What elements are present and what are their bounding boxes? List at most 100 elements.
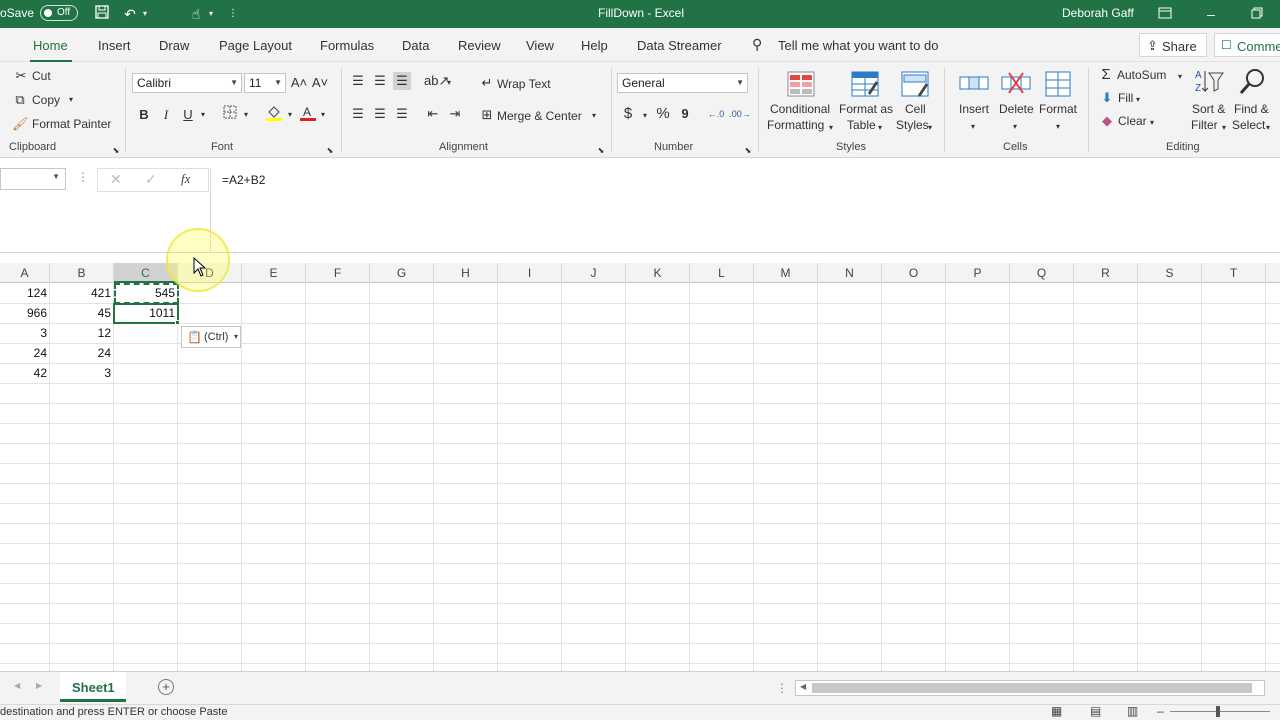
middle-align-icon[interactable]: ☰ <box>371 72 389 90</box>
fill-color-dropdown-icon[interactable]: ▾ <box>285 106 295 124</box>
cell-a3[interactable]: 966 <box>0 304 50 323</box>
italic-button[interactable]: I <box>158 106 174 124</box>
conditional-formatting-label-2[interactable]: Formatting <box>767 118 824 132</box>
cell-a4[interactable]: 3 <box>0 324 50 343</box>
format-as-table-label-2[interactable]: Table <box>847 118 876 132</box>
tab-page-layout[interactable]: Page Layout <box>219 38 292 53</box>
underline-dropdown-icon[interactable]: ▾ <box>198 106 208 124</box>
decrease-decimal-icon[interactable]: .00→ <box>729 105 751 123</box>
customize-qat-icon[interactable]: ⋮ <box>226 4 240 24</box>
currency-dropdown-icon[interactable]: ▾ <box>640 107 650 125</box>
insert-cells-icon[interactable] <box>958 69 990 99</box>
cell-styles-label-1[interactable]: Cell <box>905 102 926 116</box>
enter-icon[interactable]: ✓ <box>145 171 157 188</box>
zoom-slider[interactable] <box>1170 711 1270 712</box>
cut-icon[interactable]: ✂ <box>14 67 28 85</box>
align-right-icon[interactable]: ☰ <box>393 105 411 123</box>
undo-icon[interactable]: ↶ <box>120 4 140 24</box>
format-table-dropdown-icon[interactable]: ▾ <box>875 119 885 137</box>
clear-dropdown-icon[interactable]: ▾ <box>1147 114 1157 132</box>
scrollbar-splitter-icon[interactable]: ⋮ <box>776 681 788 695</box>
insert-cells-button[interactable]: Insert <box>959 102 989 116</box>
column-header-f[interactable]: F <box>306 263 370 283</box>
tab-help[interactable]: Help <box>581 38 608 53</box>
number-format-combo[interactable]: General ▼ <box>617 73 748 93</box>
page-layout-view-icon[interactable]: ▤ <box>1090 704 1101 718</box>
cut-button[interactable]: Cut <box>32 69 51 83</box>
column-header-h[interactable]: H <box>434 263 498 283</box>
bold-button[interactable]: B <box>136 106 152 124</box>
format-as-table-icon[interactable] <box>850 69 880 99</box>
orientation-dropdown-icon[interactable]: ▾ <box>444 74 454 92</box>
column-header-p[interactable]: P <box>946 263 1010 283</box>
font-size-combo[interactable]: 11 ▼ <box>244 73 286 93</box>
comma-style-icon[interactable]: 9 <box>677 105 693 123</box>
column-header-o[interactable]: O <box>882 263 946 283</box>
percent-icon[interactable]: % <box>654 105 672 123</box>
insert-dropdown-icon[interactable]: ▾ <box>968 118 978 136</box>
decrease-indent-icon[interactable]: ⇤ <box>424 105 442 123</box>
top-align-icon[interactable]: ☰ <box>349 72 367 90</box>
format-cells-icon[interactable] <box>1043 69 1075 99</box>
font-color-icon[interactable]: A <box>298 104 318 127</box>
currency-icon[interactable]: $ <box>620 105 636 123</box>
normal-view-icon[interactable]: ▦ <box>1051 704 1062 718</box>
cell-b2[interactable]: 421 <box>50 284 114 303</box>
column-header-r[interactable]: R <box>1074 263 1138 283</box>
zoom-out-icon[interactable]: – <box>1157 704 1164 718</box>
increase-decimal-icon[interactable]: ←.0 <box>705 105 727 123</box>
column-header-q[interactable]: Q <box>1010 263 1074 283</box>
merge-dropdown-icon[interactable]: ▾ <box>589 107 599 125</box>
autosum-button[interactable]: AutoSum <box>1117 68 1166 82</box>
page-break-view-icon[interactable]: ▥ <box>1127 704 1138 718</box>
share-button[interactable]: ⇪ Share <box>1139 33 1207 57</box>
sort-filter-icon[interactable]: AZ <box>1193 67 1225 99</box>
sheet-tab-sheet1[interactable]: Sheet1 <box>60 672 126 702</box>
cell-styles-dropdown-icon[interactable]: ▾ <box>925 119 935 137</box>
tab-data-streamer[interactable]: Data Streamer <box>637 38 722 53</box>
copy-button[interactable]: Copy <box>32 93 60 107</box>
touch-dropdown-icon[interactable]: ▾ <box>206 4 216 24</box>
conditional-dropdown-icon[interactable]: ▾ <box>826 119 836 137</box>
delete-dropdown-icon[interactable]: ▾ <box>1010 118 1020 136</box>
tab-formulas[interactable]: Formulas <box>320 38 374 53</box>
column-header-j[interactable]: J <box>562 263 626 283</box>
column-header-l[interactable]: L <box>690 263 754 283</box>
autosum-dropdown-icon[interactable]: ▾ <box>1175 68 1185 86</box>
find-select-label-1[interactable]: Find & <box>1234 102 1269 116</box>
zoom-slider-thumb[interactable] <box>1216 706 1220 717</box>
column-header-k[interactable]: K <box>626 263 690 283</box>
cell-styles-label-2[interactable]: Styles <box>896 118 929 132</box>
cancel-icon[interactable]: ✕ <box>110 171 122 188</box>
cell-b5[interactable]: 24 <box>50 344 114 363</box>
bottom-align-icon[interactable]: ☰ <box>393 72 411 90</box>
column-header-e[interactable]: E <box>242 263 306 283</box>
fill-handle[interactable] <box>175 320 180 325</box>
cell-a5[interactable]: 24 <box>0 344 50 363</box>
cell-b4[interactable]: 12 <box>50 324 114 343</box>
find-select-icon[interactable] <box>1238 67 1268 99</box>
shrink-font-icon[interactable]: A˅ <box>311 74 329 92</box>
tell-me-search[interactable]: Tell me what you want to do <box>778 38 938 53</box>
fill-button[interactable]: Fill <box>1118 91 1133 105</box>
column-header-i[interactable]: I <box>498 263 562 283</box>
column-header-m[interactable]: M <box>754 263 818 283</box>
add-sheet-icon[interactable]: + <box>158 679 174 695</box>
scroll-sheets-right-icon[interactable]: ▶ <box>36 681 42 690</box>
conditional-formatting-label-1[interactable]: Conditional <box>770 102 830 116</box>
formula-input[interactable]: =A2+B2 <box>222 173 265 187</box>
copy-icon[interactable]: ⧉ <box>12 91 28 109</box>
ribbon-display-icon[interactable] <box>1156 4 1174 24</box>
format-dropdown-icon[interactable]: ▾ <box>1053 118 1063 136</box>
tab-home[interactable]: Home <box>33 38 68 53</box>
font-name-combo[interactable]: Calibri ▼ <box>132 73 242 93</box>
copy-dropdown-icon[interactable]: ▾ <box>66 91 76 109</box>
sort-dropdown-icon[interactable]: ▾ <box>1219 119 1229 137</box>
user-name[interactable]: Deborah Gaff <box>1062 6 1134 20</box>
find-select-label-2[interactable]: Select <box>1232 118 1265 132</box>
scroll-sheets-left-icon[interactable]: ◀ <box>14 681 20 690</box>
sort-filter-label-2[interactable]: Filter <box>1191 118 1218 132</box>
format-painter-icon[interactable]: 🖌 <box>12 115 29 133</box>
tab-review[interactable]: Review <box>458 38 501 53</box>
save-icon[interactable] <box>92 4 112 24</box>
